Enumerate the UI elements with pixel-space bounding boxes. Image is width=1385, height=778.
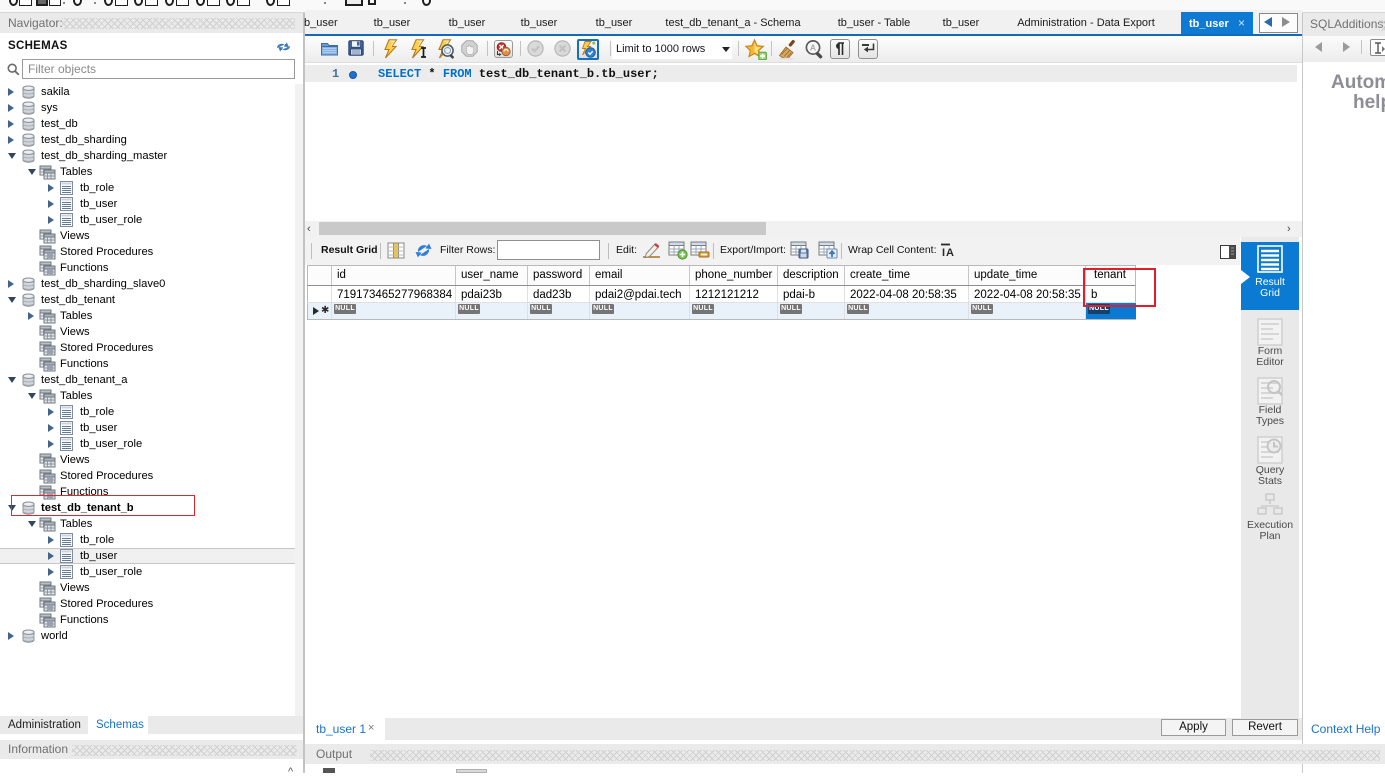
svg-text:A: A [810, 43, 816, 53]
svg-text:I: I [942, 247, 945, 258]
svg-text:A: A [946, 247, 954, 258]
